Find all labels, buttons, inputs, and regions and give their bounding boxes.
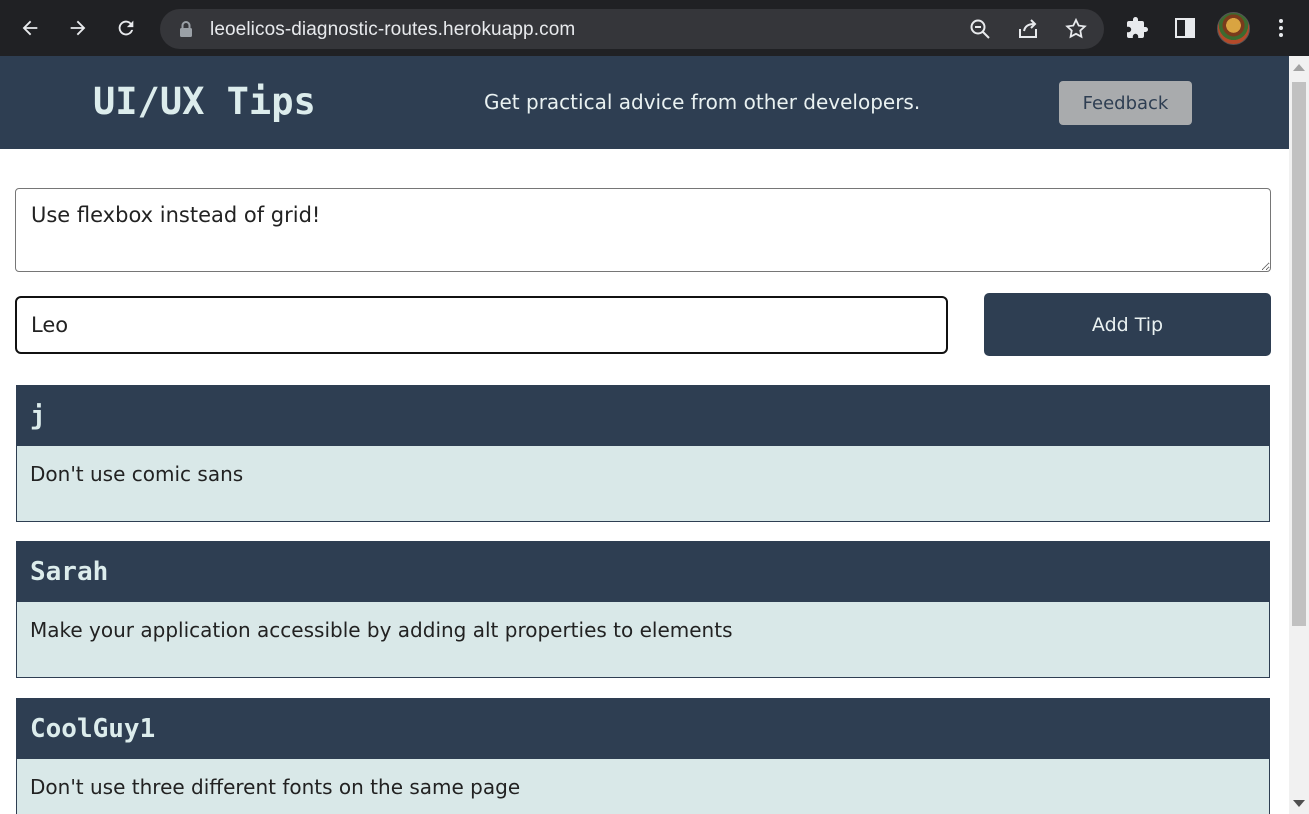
tip-author: j <box>17 386 1269 446</box>
star-icon[interactable] <box>1064 17 1088 41</box>
tip-author: Sarah <box>17 542 1269 602</box>
tip-card: Sarah Make your application accessible b… <box>16 541 1270 678</box>
page-scrollbar[interactable] <box>1289 56 1309 814</box>
name-input[interactable] <box>15 296 948 354</box>
forward-icon[interactable] <box>62 12 94 44</box>
share-icon[interactable] <box>1016 17 1040 41</box>
browser-toolbar: leoelicos-diagnostic-routes.herokuapp.co… <box>0 0 1309 56</box>
tip-card: j Don't use comic sans <box>16 385 1270 522</box>
add-tip-button[interactable]: Add Tip <box>984 293 1271 356</box>
extensions-icon[interactable] <box>1121 12 1153 44</box>
tagline: Get practical advice from other develope… <box>484 90 921 114</box>
scroll-down-arrow-icon[interactable] <box>1293 800 1305 807</box>
profile-avatar[interactable] <box>1217 12 1250 45</box>
reload-icon[interactable] <box>110 12 142 44</box>
tip-text: Make your application accessible by addi… <box>30 618 733 642</box>
url-text[interactable]: leoelicos-diagnostic-routes.herokuapp.co… <box>210 19 575 41</box>
menu-icon[interactable] <box>1265 12 1297 44</box>
page-title: UI/UX Tips <box>93 80 316 123</box>
tip-textarea[interactable]: Use flexbox instead of grid! <box>15 188 1271 272</box>
lock-icon[interactable] <box>178 20 194 38</box>
back-icon[interactable] <box>14 12 46 44</box>
zoom-icon[interactable] <box>968 17 992 41</box>
tip-text: Don't use three different fonts on the s… <box>30 775 521 799</box>
tip-card: CoolGuy1 Don't use three different fonts… <box>16 698 1270 814</box>
feedback-button[interactable]: Feedback <box>1059 81 1192 125</box>
site-header: UI/UX Tips Get practical advice from oth… <box>0 56 1289 149</box>
side-panel-icon[interactable] <box>1169 12 1201 44</box>
address-bar[interactable]: leoelicos-diagnostic-routes.herokuapp.co… <box>160 9 1104 49</box>
scroll-thumb[interactable] <box>1292 82 1306 626</box>
scroll-up-arrow-icon[interactable] <box>1293 64 1305 71</box>
tip-text: Don't use comic sans <box>30 462 244 486</box>
tip-author: CoolGuy1 <box>17 699 1269 759</box>
